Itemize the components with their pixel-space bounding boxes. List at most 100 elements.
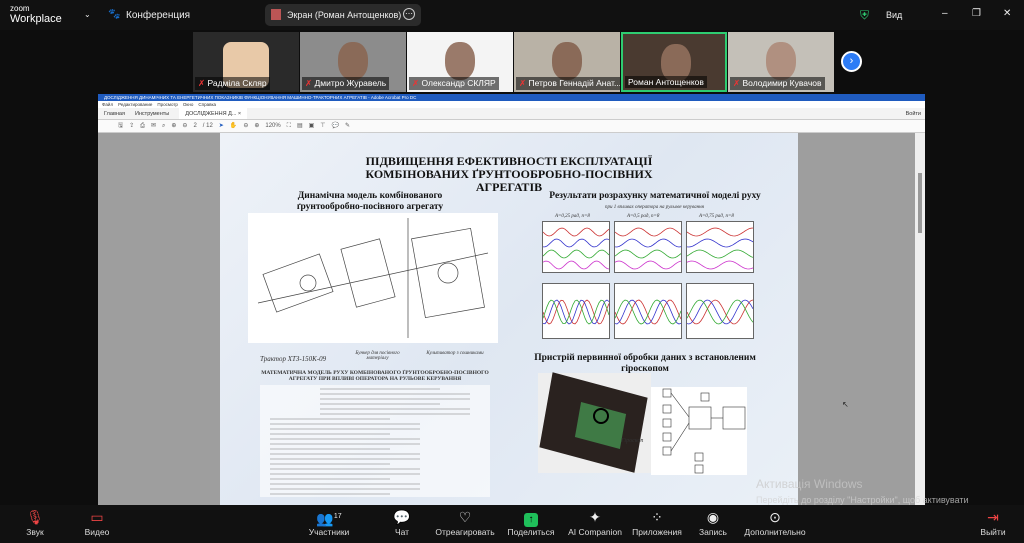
comment-icon[interactable]: 💬 [332, 120, 339, 132]
menu-edit[interactable]: Редактирование [118, 101, 152, 108]
poster-title: ПІДВИЩЕННЯ ЕФЕКТИВНОСТІ ЕКСПЛУАТАЦІЇ КОМ… [365, 154, 653, 194]
zoom-logo: zoom Workplace [10, 4, 62, 25]
menu-file[interactable]: Файл [102, 101, 113, 108]
pen-icon[interactable]: ✎ [345, 120, 350, 132]
minimize-button[interactable]: – [942, 8, 948, 19]
menu-view[interactable]: Просмотр [157, 101, 178, 108]
result-plot: A=0,5 рад, n=8 [614, 214, 682, 273]
gyroscope-label: Гіроскоп [621, 438, 644, 444]
chevron-down-icon[interactable]: ⌄ [84, 10, 91, 19]
record-button[interactable]: ◉ Запись [696, 507, 730, 537]
screen-share-pill[interactable]: Экран (Роман Антощенков) ⋯ [265, 4, 421, 26]
tab-home[interactable]: Главная [104, 108, 125, 119]
apps-icon: ⁘ [651, 509, 663, 525]
zoom-topbar: zoom Workplace ⌄ 🐾 Конференция Экран (Ром… [0, 0, 1024, 30]
result-plot: A=0,75 рад, n=8 [686, 214, 754, 273]
sparkle-icon: ✦ [589, 509, 601, 525]
plot-label: A=0,5 рад, n=8 [627, 214, 660, 219]
close-button[interactable]: ✕ [1003, 8, 1011, 19]
participant-tile[interactable]: ✗ Дмитро Журавель [300, 32, 406, 92]
result-plot [614, 283, 682, 339]
participant-strip: ✗ Радміла Скляр ✗ Дмитро Журавель ✗ Олек… [193, 32, 834, 92]
plot-curve [614, 238, 682, 248]
device-heading: Пристрій первинної обробки даних з встан… [534, 353, 756, 374]
page-up-icon[interactable]: ⊕ [171, 120, 176, 132]
upload-icon[interactable]: ⇪ [129, 120, 134, 132]
plot-curve [686, 227, 754, 237]
plot-label: A=0,75 рад, n=8 [699, 214, 734, 219]
leave-icon: ⇥ [987, 509, 999, 525]
meeting-controls: 🎙 Звук ▭ Видео 👥17 Участники 💬 Чат ♡ Отреагир… [0, 505, 1024, 543]
participant-tile[interactable]: ✗ Петров Геннадій Анат... [514, 32, 620, 92]
activation-watermark: Активація Windows [756, 477, 863, 491]
acrobat-menu: Файл Редактирование Просмотр Окно Справка [98, 101, 925, 108]
more-button[interactable]: ⊙ Дополнительно [742, 507, 808, 537]
participant-tile[interactable]: ✗ Володимир Кувачов [728, 32, 834, 92]
menu-help[interactable]: Справка [198, 101, 216, 108]
meeting-label[interactable]: Конференция [126, 10, 190, 21]
zoom-in-icon[interactable]: ⊕ [254, 120, 259, 132]
plot-curve [686, 249, 754, 259]
plot-curve [614, 227, 682, 237]
view-button[interactable]: Вид [886, 10, 902, 20]
more-icon: ⊙ [769, 509, 781, 525]
vertical-scrollbar[interactable] [915, 133, 925, 505]
plot-curve [686, 238, 754, 248]
tab-tools[interactable]: Инструменты [135, 108, 169, 119]
page-number-input[interactable]: 2 [193, 120, 196, 132]
menu-window[interactable]: Окно [183, 101, 193, 108]
fit-icon[interactable]: ⛶ [287, 120, 291, 132]
plot-label: A=0,25 рад, n=8 [555, 214, 590, 219]
leave-button[interactable]: ⇥ Выйти [978, 507, 1008, 537]
fullscreen-icon[interactable]: ▣ [309, 120, 315, 132]
tab-document[interactable]: ДОСЛІДЖЕННЯ Д... × [179, 108, 248, 119]
right-heading: Результати розрахунку математичної модел… [549, 191, 761, 201]
restore-button[interactable]: ❐ [972, 8, 981, 19]
participant-tile-active[interactable]: Роман Антощенков [621, 32, 727, 92]
read-mode-icon[interactable]: ⊤ [320, 120, 325, 132]
block-diagram [651, 387, 747, 475]
ai-companion-button[interactable]: ✦ AI Companion [566, 507, 624, 537]
react-button[interactable]: ♡ Отреагировать [435, 507, 495, 537]
chat-button[interactable]: 💬 Чат [390, 507, 414, 537]
video-button[interactable]: ▭ Видео [80, 507, 114, 537]
apps-button[interactable]: ⁘ Приложения [628, 507, 686, 537]
tractor-label: Трактор ХТЗ-150К-09 [260, 355, 327, 363]
zoom-out-icon[interactable]: ⊖ [243, 120, 248, 132]
paw-icon: 🐾 [108, 9, 121, 20]
page-down-icon[interactable]: ⊖ [182, 120, 187, 132]
scroll-mode-icon[interactable]: ▤ [297, 120, 303, 132]
record-icon: ◉ [706, 509, 720, 525]
share-icon: ↑ [505, 507, 557, 527]
save-icon[interactable]: 🖫 [118, 120, 123, 132]
acrobat-toolbar: 🖫 ⇪ ⎙ ✉ ⌕ ⊕ ⊖ 2/ 12 ➤ ✋ ⊖ ⊕ 120% ⛶ ▤ ▣ ⊤ 💬 ✎ [98, 120, 925, 133]
result-plot: A=0,25 рад, n=8 [542, 214, 610, 273]
mic-off-icon: 🎙 [26, 509, 44, 525]
hand-tool-icon[interactable]: ✋ [230, 120, 237, 132]
plot-curve [614, 299, 682, 325]
more-options-icon[interactable]: ⋯ [403, 8, 415, 20]
video-off-icon: ▭ [90, 509, 104, 525]
mail-icon[interactable]: ✉ [151, 120, 156, 132]
document-area[interactable]: ПІДВИЩЕННЯ ЕФЕКТИВНОСТІ ЕКСПЛУАТАЦІЇ КОМ… [98, 133, 915, 505]
result-plot [542, 283, 610, 339]
participant-tile[interactable]: ✗ Олександр СКЛЯР [407, 32, 513, 92]
acrobat-title: ДОСЛІДЖЕННЯ ДИНАМІЧНИХ ТА ЕНЕРГЕТИЧНИХ П… [98, 94, 925, 101]
plot-curve [686, 260, 754, 270]
zoom-select[interactable]: 120% [265, 120, 280, 132]
search-icon[interactable]: ⌕ [162, 120, 165, 132]
plot-curve [542, 227, 610, 237]
plot-curve [542, 299, 610, 325]
participants-icon: 👥17 [316, 510, 342, 527]
participants-button[interactable]: 👥17 Участники [304, 507, 354, 537]
participant-tile[interactable]: ✗ Радміла Скляр [193, 32, 299, 92]
print-icon[interactable]: ⎙ [140, 120, 145, 132]
cultivator-label: Культиватор з сошниками [426, 351, 484, 356]
signin-button[interactable]: Войти [906, 108, 921, 120]
equations-block [260, 385, 490, 497]
audio-button[interactable]: 🎙 Звук [20, 507, 50, 537]
share-button[interactable]: ↑ Поделиться [505, 507, 557, 537]
shield-icon[interactable]: ⛨ [860, 8, 869, 23]
next-participants-button[interactable]: › [841, 51, 862, 72]
select-tool-icon[interactable]: ➤ [219, 120, 224, 132]
